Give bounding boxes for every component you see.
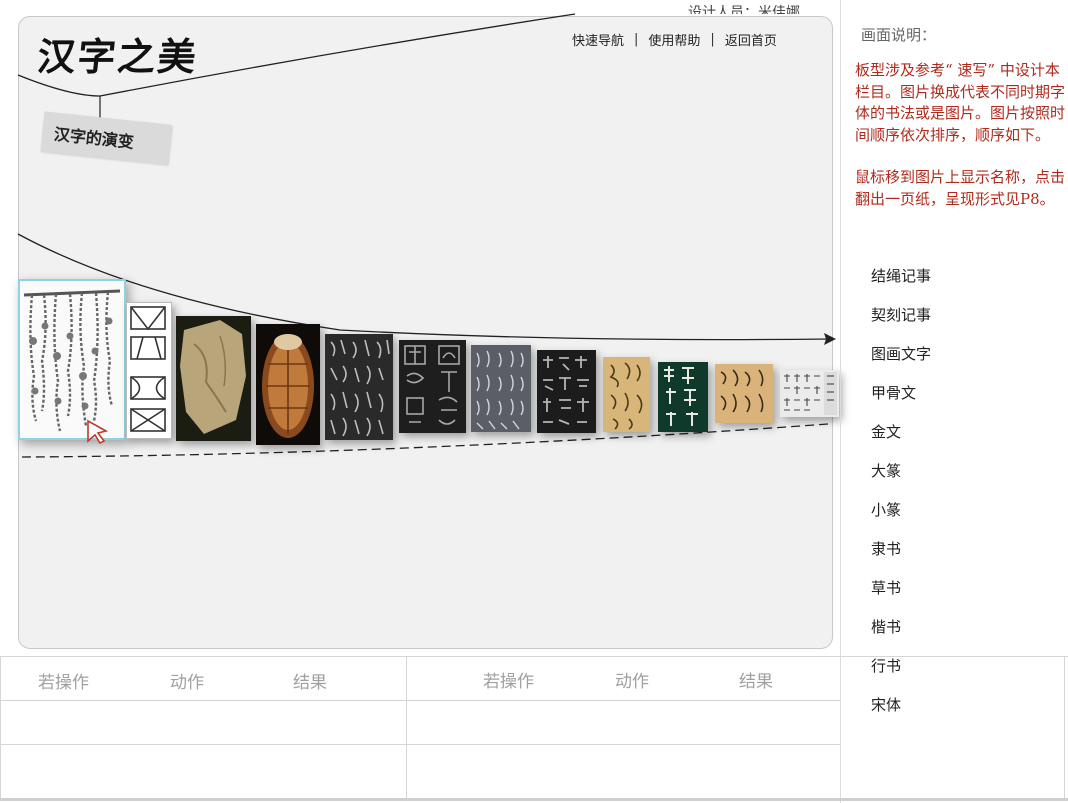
table-header: 动作 (615, 672, 649, 692)
thumbnail-large-seal[interactable] (399, 340, 466, 433)
thumbnail-picture-writing[interactable] (176, 316, 251, 441)
thumbnail-cursive-script[interactable] (603, 357, 650, 432)
table-header: 若操作 (38, 673, 89, 693)
thumbnail-knot-records[interactable] (18, 279, 126, 440)
thumbnail-song-typeface[interactable] (780, 370, 839, 417)
description-layout: 板型涉及参考“ 速写” 中设计本栏目。图片换成代表不同时期字体的书法或是图片。图… (855, 61, 1066, 144)
thumbnail-running-script[interactable] (715, 364, 773, 423)
description-interaction: 鼠标移到图片上显示名称，点击翻出一页纸，呈现形式见P8。 (855, 168, 1066, 208)
panel-title: 画面说明： (861, 26, 937, 44)
thumbnail-clerical-script[interactable] (537, 350, 596, 433)
era-item: 草书 (871, 579, 902, 597)
era-item: 契刻记事 (871, 306, 932, 324)
era-item: 楷书 (871, 618, 902, 636)
era-item: 甲骨文 (871, 384, 917, 402)
era-item: 大篆 (871, 462, 902, 480)
era-item: 图画文字 (871, 345, 932, 363)
table-header: 结果 (293, 673, 327, 693)
table-header: 结果 (739, 672, 773, 692)
era-item: 小篆 (871, 501, 902, 519)
table-header: 动作 (170, 673, 204, 693)
table-header: 若操作 (483, 672, 534, 692)
panel-description: 板型涉及参考“ 速写” 中设计本栏目。图片换成代表不同时期字体的书法或是图片。图… (855, 60, 1067, 231)
thumbnail-oracle-bone[interactable] (256, 324, 320, 445)
era-item: 结绳记事 (871, 267, 932, 285)
interaction-spec-table: 若操作 动作 结果 若操作 动作 结果 (0, 656, 1068, 803)
thumbnail-regular-script[interactable] (658, 362, 708, 432)
era-item: 金文 (871, 423, 902, 441)
era-item: 隶书 (871, 540, 902, 558)
thumbnail-small-seal[interactable] (471, 345, 531, 432)
mouse-cursor-icon (87, 419, 109, 445)
thumbnail-notch-records[interactable] (126, 302, 172, 439)
thumbnail-bronze-script[interactable] (325, 334, 393, 440)
